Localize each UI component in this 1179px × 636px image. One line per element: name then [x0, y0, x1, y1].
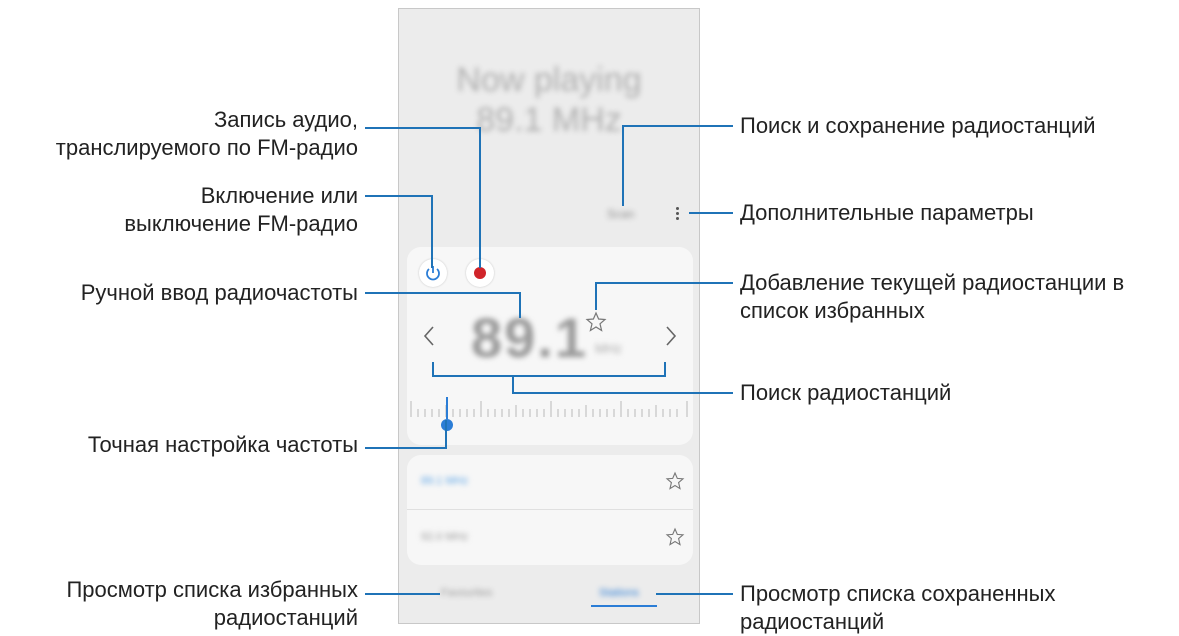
callout-more: Дополнительные параметры	[740, 200, 1034, 225]
callout-search: Поиск радиостанций	[740, 380, 952, 405]
callout-record: Запись аудио, транслируемого по FM-радио	[55, 107, 358, 160]
line-search-bracket	[432, 362, 666, 377]
callout-scan: Поиск и сохранение радиостанций	[740, 113, 1096, 138]
callout-saved-view: Просмотр списка сохраненных радиостанций	[740, 581, 1056, 634]
callout-power: Включение или выключение FM-радио	[124, 183, 358, 236]
callout-manual: Ручной ввод радиочастоты	[80, 280, 358, 305]
line-record	[365, 127, 481, 268]
line-scan	[622, 125, 733, 206]
callout-add-fav: Добавление текущей радиостанции в список …	[740, 270, 1125, 323]
line-power	[365, 195, 433, 268]
callout-favorites-view: Просмотр списка избранных радиостанций	[66, 577, 358, 630]
line-search	[512, 376, 733, 394]
callout-fine-tune: Точная настройка частоты	[87, 432, 358, 457]
line-fine-tune	[365, 420, 447, 449]
line-add-fav	[595, 282, 733, 310]
line-manual	[365, 292, 521, 318]
